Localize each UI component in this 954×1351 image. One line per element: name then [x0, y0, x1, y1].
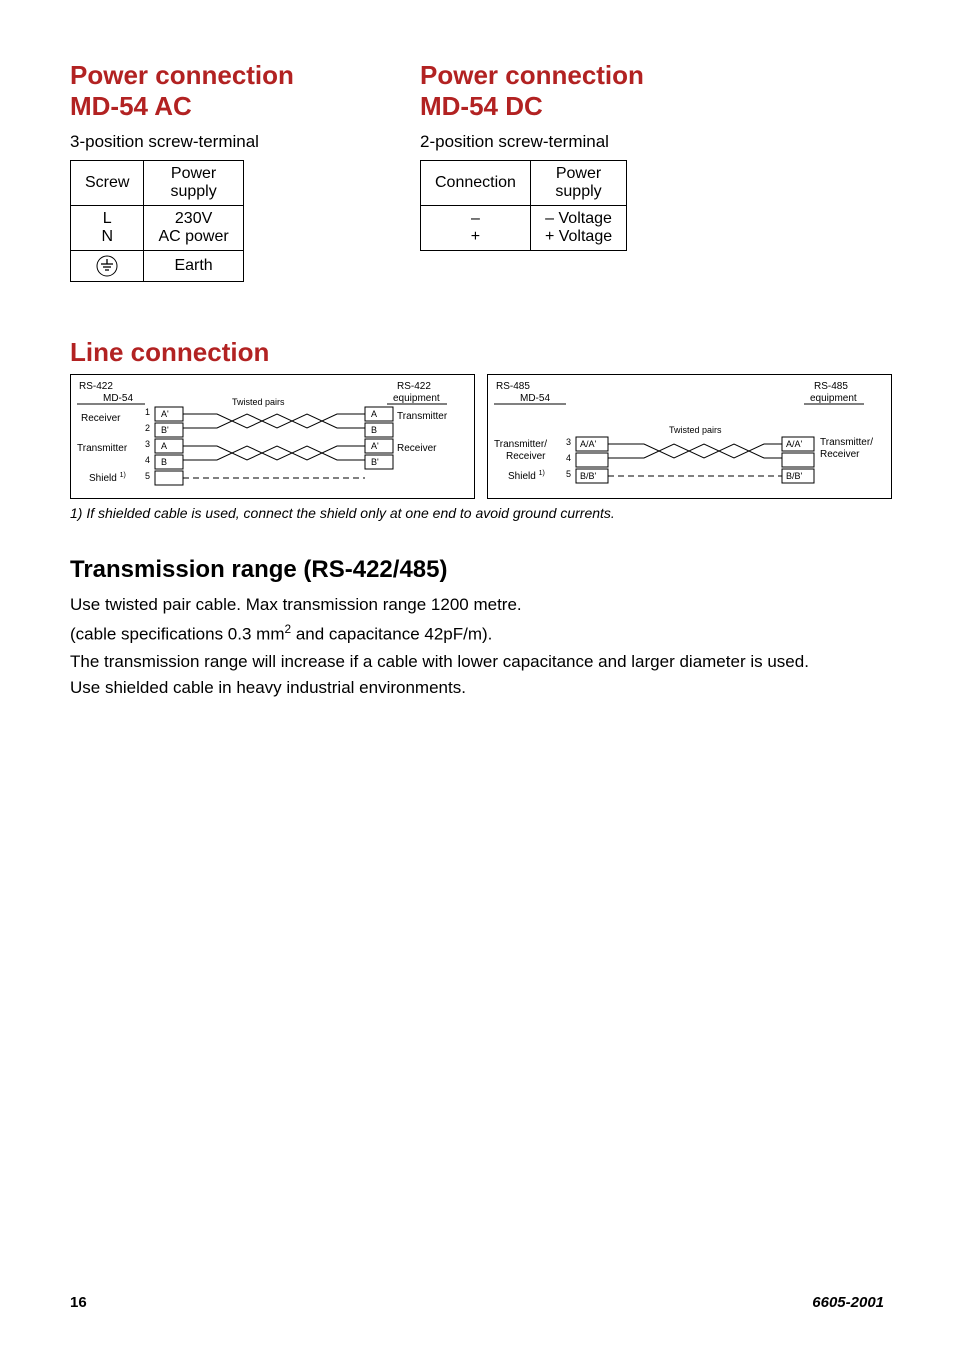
- table-cell: – +: [421, 206, 531, 251]
- sig: B: [161, 457, 167, 467]
- cell-text: –: [471, 210, 480, 227]
- page-number: 16: [70, 1294, 87, 1311]
- cell-text: N: [101, 228, 113, 245]
- sig: A: [371, 409, 377, 419]
- table-cell: Earth: [144, 251, 243, 282]
- label: Receiver: [397, 443, 437, 454]
- page-footer: 16 6605-2001: [70, 1294, 884, 1311]
- label: RS-422: [79, 381, 113, 392]
- pin: 5: [566, 469, 571, 479]
- heading-transmission: Transmission range (RS-422/485): [70, 556, 884, 584]
- table-cell: L N: [71, 206, 144, 251]
- pin: 1: [145, 407, 150, 417]
- cell-text: – Voltage: [545, 210, 612, 227]
- th-text: Powersupply: [170, 165, 216, 200]
- label: Twisted pairs: [669, 425, 722, 435]
- th-text: Powersupply: [555, 165, 601, 200]
- doc-number: 6605-2001: [812, 1294, 884, 1311]
- sig: B': [371, 457, 379, 467]
- label: Twisted pairs: [232, 397, 285, 407]
- table-header: Screw: [71, 161, 144, 206]
- label: MD-54: [520, 393, 550, 404]
- cell-text: + Voltage: [545, 228, 612, 245]
- label: Transmitter/: [820, 437, 873, 448]
- heading-line: Power connection: [420, 60, 644, 90]
- body-text: Use shielded cable in heavy industrial e…: [70, 677, 884, 700]
- diagram-rs485-svg: RS-485 MD-54 Twisted pairs RS-485 equipm…: [494, 379, 887, 489]
- label: Shield 1): [89, 472, 126, 484]
- table-header: Powersupply: [144, 161, 243, 206]
- table-header: Powersupply: [530, 161, 626, 206]
- diagram-rs485: RS-485 MD-54 Twisted pairs RS-485 equipm…: [487, 374, 892, 499]
- label: MD-54: [103, 393, 133, 404]
- sig: B: [371, 425, 377, 435]
- pin: 3: [566, 437, 571, 447]
- diagram-rs422: RS-422 MD-54 Twisted pairs RS-422 equipm…: [70, 374, 475, 499]
- text-fragment: (cable specifications 0.3 mm: [70, 625, 284, 644]
- table-dc: Connection Powersupply – + – Voltage + V…: [420, 160, 627, 251]
- label: equipment: [810, 393, 857, 404]
- earth-icon: [96, 255, 118, 277]
- table-cell: – Voltage + Voltage: [530, 206, 626, 251]
- label: Transmitter: [77, 443, 128, 454]
- diagram-rs422-svg: RS-422 MD-54 Twisted pairs RS-422 equipm…: [77, 379, 470, 489]
- label: equipment: [393, 393, 440, 404]
- pin: 4: [145, 455, 150, 465]
- table-ac: Screw Powersupply L N 230V AC power: [70, 160, 244, 282]
- label: Shield 1): [508, 470, 545, 482]
- cell-text: 230V: [175, 210, 212, 227]
- cell-text: AC power: [158, 228, 228, 245]
- body-text: (cable specifications 0.3 mm2 and capaci…: [70, 621, 884, 647]
- subhead-ac: 3-position screw-terminal: [70, 132, 380, 152]
- sig: B': [161, 425, 169, 435]
- sig: B/B': [580, 471, 597, 481]
- heading-power-dc: Power connection MD-54 DC: [420, 60, 730, 122]
- label: RS-422: [397, 381, 431, 392]
- label: RS-485: [814, 381, 848, 392]
- heading-power-ac: Power connection MD-54 AC: [70, 60, 380, 122]
- table-cell-earth-icon: [71, 251, 144, 282]
- subhead-dc: 2-position screw-terminal: [420, 132, 730, 152]
- sig: A: [161, 441, 167, 451]
- pin: 3: [145, 439, 150, 449]
- sig: A/A': [580, 439, 597, 449]
- sig: B/B': [786, 471, 803, 481]
- body-text: Use twisted pair cable. Max transmission…: [70, 594, 884, 617]
- label: Receiver: [820, 449, 860, 460]
- heading-line: MD-54 DC: [420, 91, 543, 121]
- label: RS-485: [496, 381, 530, 392]
- sig: A': [161, 409, 169, 419]
- text-fragment: and capacitance 42pF/m).: [291, 625, 492, 644]
- heading-line-connection: Line connection: [70, 337, 884, 368]
- footnote-shield: 1) If shielded cable is used, connect th…: [70, 505, 884, 521]
- pin: 4: [566, 453, 571, 463]
- pin: 5: [145, 471, 150, 481]
- pin: 2: [145, 423, 150, 433]
- table-header: Connection: [421, 161, 531, 206]
- heading-line: Power connection: [70, 60, 294, 90]
- label: Transmitter: [397, 411, 448, 422]
- sig: A': [371, 441, 379, 451]
- label: Receiver: [81, 413, 121, 424]
- heading-line: MD-54 AC: [70, 91, 192, 121]
- label: Transmitter/: [494, 439, 547, 450]
- label: Receiver: [506, 451, 546, 462]
- sig: A/A': [786, 439, 803, 449]
- body-text: The transmission range will increase if …: [70, 651, 884, 674]
- cell-text: L: [103, 210, 112, 227]
- table-cell: 230V AC power: [144, 206, 243, 251]
- cell-text: +: [471, 228, 480, 245]
